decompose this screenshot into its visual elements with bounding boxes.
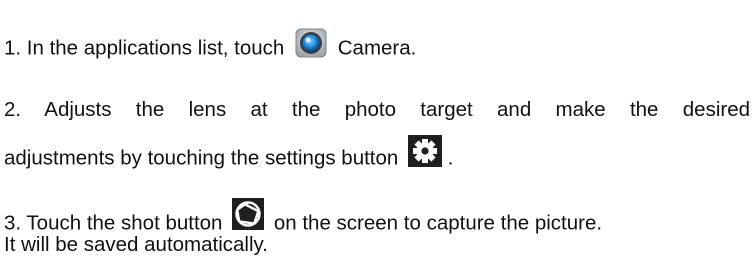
step-3-text-before: 3. Touch the shot button [4, 211, 223, 235]
step-2-text-before: adjustments by touching the settings but… [4, 146, 399, 170]
gear-icon [408, 135, 443, 167]
step-2-line-1: 2. Adjusts the lens at the photo target … [4, 98, 750, 121]
step-1: 1. In the applications list, touch Camer… [4, 28, 417, 66]
camera-app-icon [294, 26, 328, 60]
step-3-text-after: on the screen to capture the picture. [273, 211, 603, 235]
step-2-line-2: adjustments by touching the settings but… [4, 135, 454, 175]
step-2-text-after: . [447, 146, 454, 170]
step-3-line-2: It will be saved automatically. [4, 233, 268, 256]
step-1-text-before: 1. In the applications list, touch [4, 36, 285, 60]
instruction-document: 1. In the applications list, touch Camer… [0, 0, 754, 269]
step-1-text-after: Camera. [337, 36, 417, 60]
shutter-icon [232, 198, 265, 230]
